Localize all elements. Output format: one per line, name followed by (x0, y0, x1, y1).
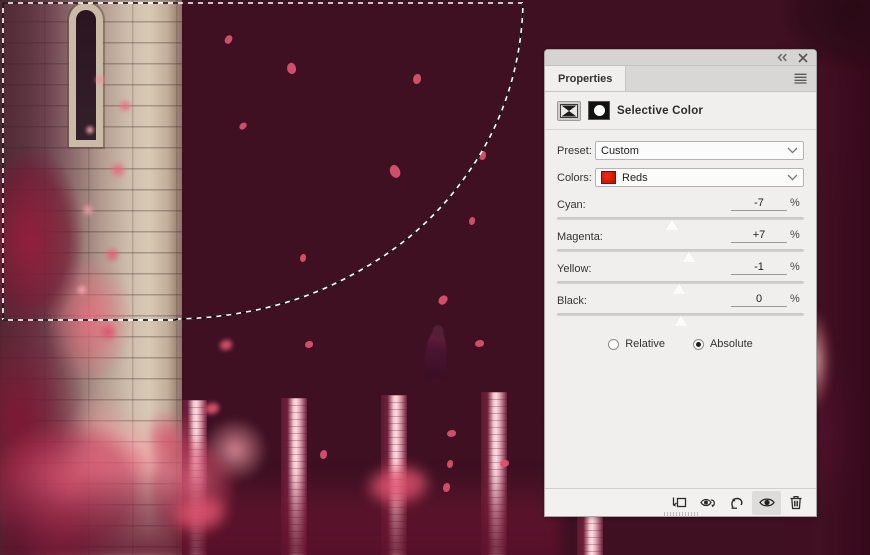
preset-row: Preset: Custom (557, 140, 804, 161)
ivy-blossoms (70, 60, 182, 390)
reset-button[interactable] (723, 491, 752, 515)
toggle-visibility-button[interactable] (752, 490, 781, 515)
slider-unit: % (790, 229, 800, 241)
colors-dropdown[interactable]: Reds (595, 168, 804, 187)
delete-layer-button[interactable] (781, 491, 810, 515)
slider-thumb[interactable] (664, 219, 679, 230)
slider-label: Magenta: (557, 231, 603, 243)
collapse-panel-icon[interactable] (777, 52, 788, 63)
selective-color-adjustment-icon[interactable] (557, 100, 581, 121)
slider-track[interactable] (557, 313, 804, 326)
chevron-down-icon (787, 172, 798, 184)
panel-tabbar: Properties (545, 66, 816, 92)
chevron-down-icon (787, 145, 798, 157)
slider-magenta: Magenta: +7 % (557, 227, 804, 262)
slider-unit: % (790, 261, 800, 273)
method-radio-group: Relative Absolute (557, 338, 804, 350)
slider-yellow: Yellow: -1 % (557, 259, 804, 294)
preset-label: Preset: (557, 144, 592, 157)
panel-resize-grip[interactable] (663, 512, 698, 517)
slider-value-input[interactable]: 0 (731, 293, 787, 307)
slider-thumb[interactable] (682, 251, 697, 262)
slider-label: Black: (557, 295, 587, 307)
radio-relative-label: Relative (625, 338, 665, 350)
slider-track[interactable] (557, 217, 804, 230)
radio-dot-selected (692, 338, 704, 350)
slider-thumb[interactable] (672, 283, 687, 294)
slider-value-input[interactable]: -7 (731, 197, 787, 211)
radio-relative[interactable]: Relative (608, 338, 665, 350)
slider-black: Black: 0 % (557, 291, 804, 326)
colors-row: Colors: Reds (557, 167, 804, 188)
adjustment-header: Selective Color (545, 92, 816, 130)
slider-label: Yellow: (557, 263, 592, 275)
layer-mask-icon[interactable] (588, 101, 610, 120)
radio-absolute[interactable]: Absolute (692, 338, 753, 350)
slider-thumb[interactable] (673, 315, 688, 326)
slider-value-input[interactable]: +7 (731, 229, 787, 243)
clip-to-layer-button[interactable] (665, 491, 694, 515)
slider-track[interactable] (557, 281, 804, 294)
view-previous-button[interactable] (694, 491, 723, 515)
panel-body: Preset: Custom Colors: Reds Cyan: -7 % M… (545, 130, 816, 488)
panel-titlebar (545, 50, 816, 66)
slider-label: Cyan: (557, 199, 586, 211)
hamburger-menu-icon[interactable] (794, 66, 816, 91)
adjustment-title: Selective Color (617, 104, 704, 117)
radio-dot (608, 338, 620, 350)
preset-value: Custom (601, 144, 639, 157)
colors-label: Colors: (557, 171, 592, 184)
properties-panel[interactable]: Properties Selective Color Preset: Custo… (544, 49, 817, 517)
slider-unit: % (790, 197, 800, 209)
slider-track[interactable] (557, 249, 804, 262)
foreground-shadow (0, 470, 560, 555)
tab-properties-label: Properties (558, 72, 613, 85)
color-swatch (601, 171, 616, 184)
preset-dropdown[interactable]: Custom (595, 141, 804, 160)
radio-absolute-label: Absolute (709, 338, 753, 350)
slider-cyan: Cyan: -7 % (557, 195, 804, 230)
slider-unit: % (790, 293, 800, 305)
tab-properties[interactable]: Properties (545, 66, 627, 91)
colors-value: Reds (622, 171, 648, 184)
slider-value-input[interactable]: -1 (731, 261, 787, 275)
close-icon[interactable] (797, 52, 808, 63)
